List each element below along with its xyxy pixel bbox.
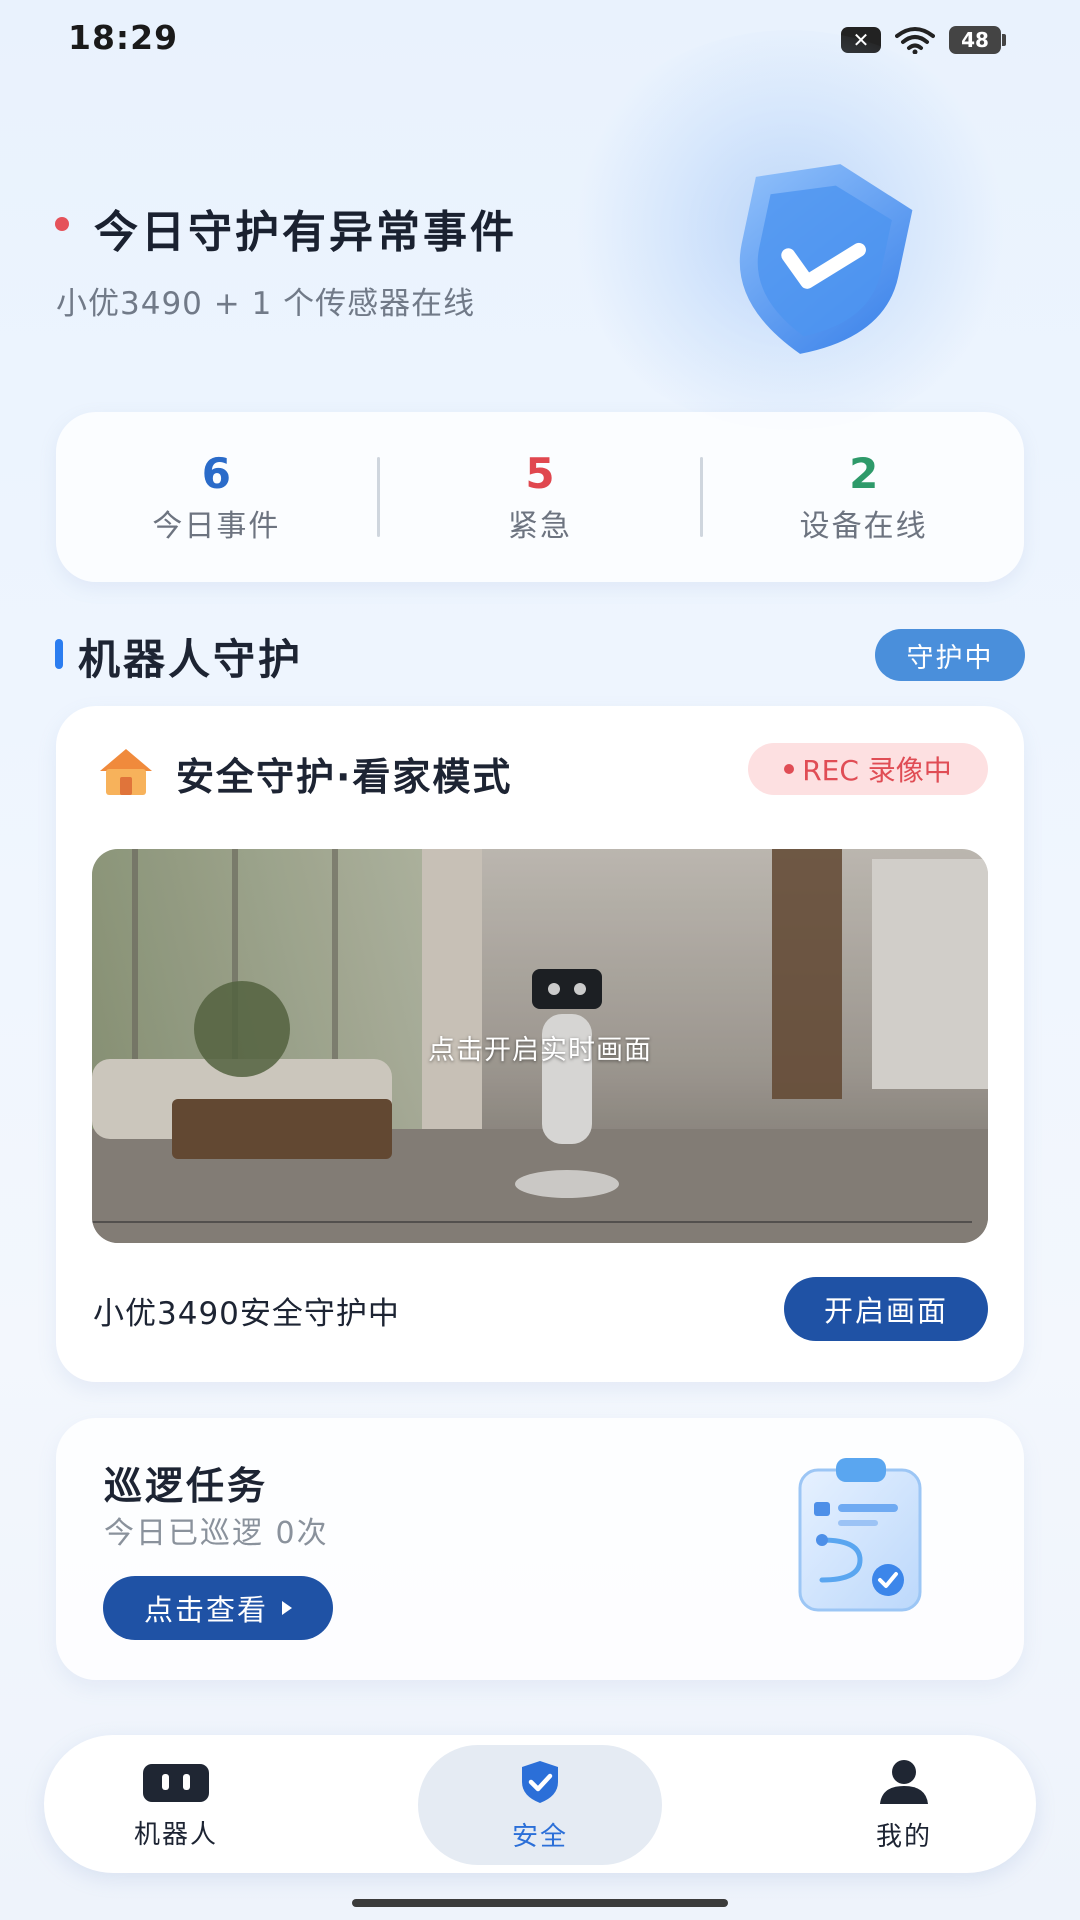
- home-indicator[interactable]: [352, 1899, 728, 1907]
- stat-value: 5: [525, 449, 555, 498]
- recording-badge: REC 录像中: [748, 743, 988, 795]
- user-icon: [880, 1760, 928, 1804]
- stat-label: 紧急: [508, 509, 572, 544]
- stats-card: 6 今日事件 5 紧急 2 设备在线: [56, 412, 1024, 582]
- wifi-icon: [895, 27, 935, 54]
- stat-value: 2: [849, 449, 879, 498]
- video-caption: 点击开启实时画面: [428, 1035, 652, 1066]
- stat-label: 今日事件: [152, 509, 281, 544]
- stat-devices-online[interactable]: 2 设备在线: [703, 449, 1024, 545]
- guard-mode-title: 安全守护·看家模式: [176, 755, 513, 799]
- recording-label: REC 录像中: [802, 754, 952, 787]
- hero-subtitle: 小优3490 + 1 个传感器在线: [56, 286, 476, 322]
- battery-icon: 48: [949, 26, 1006, 54]
- house-icon: [100, 749, 152, 795]
- status-time: 18:29: [68, 18, 179, 57]
- patrol-title: 巡逻任务: [104, 1464, 269, 1508]
- hero-title: 今日守护有异常事件: [94, 207, 517, 258]
- shield-check-icon: [739, 164, 913, 354]
- view-patrol-button[interactable]: 点击查看: [103, 1576, 333, 1640]
- battery-level: 48: [949, 26, 1001, 54]
- shield-icon: [522, 1761, 558, 1803]
- guarding-status-badge[interactable]: 守护中: [875, 629, 1025, 681]
- nav-label: 我的: [875, 1822, 932, 1852]
- nav-item-security[interactable]: 安全: [440, 1758, 640, 1853]
- nav-item-robot[interactable]: 机器人: [76, 1762, 276, 1851]
- stat-label: 设备在线: [799, 509, 928, 544]
- section-title: 机器人守护: [78, 635, 304, 684]
- nav-label: 机器人: [133, 1820, 218, 1850]
- open-video-button[interactable]: 开启画面: [784, 1277, 988, 1341]
- patrol-subtitle: 今日已巡逻 0次: [104, 1516, 329, 1551]
- nav-label: 安全: [511, 1822, 568, 1852]
- nav-item-profile[interactable]: 我的: [804, 1758, 1004, 1853]
- view-button-label: 点击查看: [143, 1593, 268, 1627]
- rec-dot: [784, 764, 795, 774]
- play-arrow-icon: [282, 1601, 292, 1615]
- stat-urgent[interactable]: 5 紧急: [380, 449, 701, 545]
- device-status-text: 小优3490安全守护中: [93, 1296, 400, 1332]
- alert-dot: [55, 217, 69, 231]
- section-accent-bar: [55, 639, 63, 669]
- robot-icon: [143, 1764, 209, 1802]
- stat-value: 6: [201, 449, 231, 498]
- clipboard-checklist-icon: [798, 1458, 922, 1612]
- stat-events[interactable]: 6 今日事件: [56, 449, 377, 545]
